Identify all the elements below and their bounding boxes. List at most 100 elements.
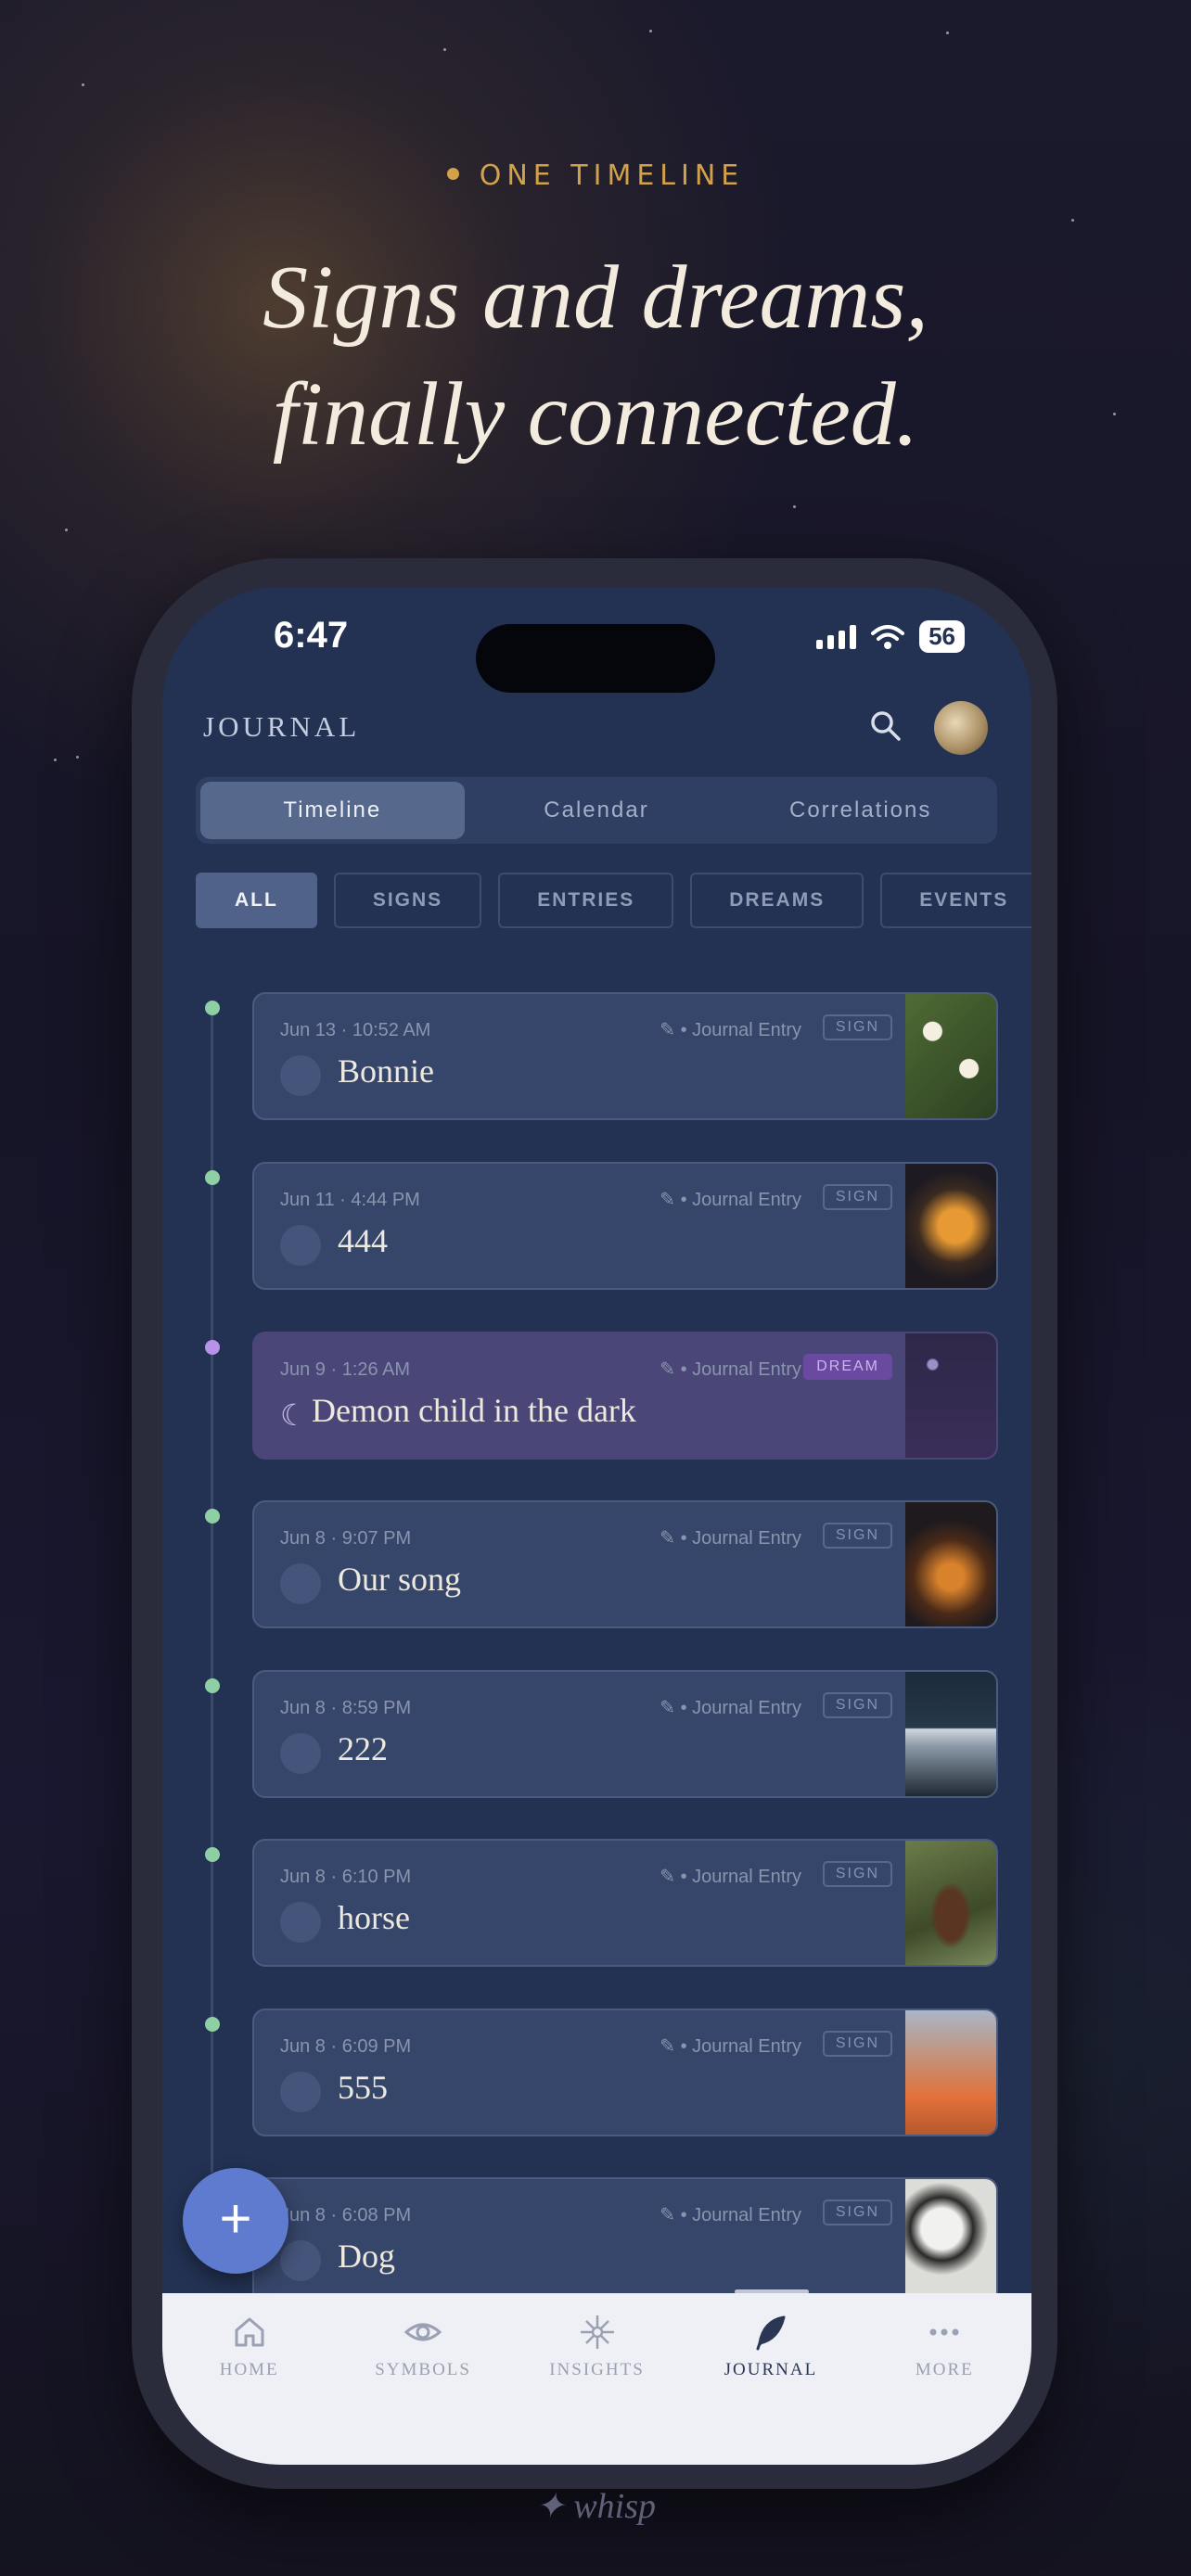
entry-title: Demon child in the dark [312, 1392, 636, 1429]
timeline-entry[interactable]: Jun 8 · 6:08 PM ✎ • Journal Entry SIGN D… [252, 2177, 998, 2305]
entry-tag: SIGN [822, 1692, 892, 1718]
timeline-dot [205, 1509, 220, 1524]
star [946, 32, 949, 34]
entry-title: 555 [338, 2069, 388, 2106]
entry-date: Jun 8 · 6:08 PM [280, 2205, 412, 2225]
entry-date: Jun 9 · 1:26 AM [280, 1359, 411, 1380]
entry-tag: SIGN [822, 2031, 892, 2057]
filter-chips: ALL SIGNS ENTRIES DREAMS EVENTS [196, 873, 1031, 928]
entry-thumbnail [905, 2179, 996, 2303]
more-icon [929, 2328, 959, 2336]
entry-title: Bonnie [338, 1052, 434, 1090]
filter-signs[interactable]: SIGNS [333, 873, 482, 928]
eyebrow-dot [446, 168, 459, 180]
entry-thumbnail [905, 1841, 996, 1965]
nav-home[interactable]: HOME [162, 2312, 336, 2465]
entry-thumbnail [905, 1672, 996, 1796]
timeline-dot [205, 2017, 220, 2032]
status-icons: 56 [816, 620, 965, 653]
entry-type: ✎ • Journal Entry [660, 1020, 801, 1040]
entry-type: ✎ • Journal Entry [660, 1359, 801, 1380]
timeline-dot [205, 1847, 220, 1862]
cellular-icon [816, 624, 857, 649]
tab-correlations[interactable]: Correlations [728, 782, 992, 839]
timeline-entry[interactable]: Jun 8 · 6:10 PM ✎ • Journal Entry SIGN h… [252, 1839, 998, 1967]
entry-title: Our song [338, 1561, 461, 1598]
nav-insights[interactable]: INSIGHTS [510, 2312, 684, 2465]
entry-date: Jun 13 · 10:52 AM [280, 1020, 431, 1040]
eye-icon [280, 1563, 321, 1604]
entry-tag: SIGN [822, 1523, 892, 1549]
entry-tag: SIGN [822, 1014, 892, 1040]
nav-label: HOME [219, 2360, 279, 2379]
star [76, 756, 79, 759]
dynamic-island [476, 624, 715, 693]
home-icon [235, 2317, 264, 2347]
view-switcher: Timeline Calendar Correlations [196, 777, 997, 844]
nav-label: MORE [915, 2360, 974, 2379]
entry-date: Jun 8 · 9:07 PM [280, 1528, 412, 1549]
entry-type: ✎ • Journal Entry [660, 2036, 801, 2057]
nav-journal[interactable]: JOURNAL [684, 2312, 857, 2465]
marketing-page: ONE TIMELINE Signs and dreams, finally c… [0, 0, 1191, 2576]
timeline-line [211, 1014, 213, 2173]
nav-symbols[interactable]: SYMBOLS [336, 2312, 509, 2465]
entry-tag: SIGN [822, 1861, 892, 1887]
eye-icon [280, 1055, 321, 1096]
entry-date: Jun 8 · 6:10 PM [280, 1867, 412, 1887]
nav-label: SYMBOLS [375, 2360, 471, 2379]
timeline-entry[interactable]: Jun 8 · 6:09 PM ✎ • Journal Entry SIGN 5… [252, 2009, 998, 2136]
filter-entries[interactable]: ENTRIES [498, 873, 674, 928]
entry-date: Jun 11 · 4:44 PM [280, 1190, 420, 1210]
star [1071, 219, 1074, 222]
filter-dreams[interactable]: DREAMS [690, 873, 864, 928]
headline: Signs and dreams, finally connected. [0, 239, 1191, 473]
timeline-entry[interactable]: Jun 8 · 9:07 PM ✎ • Journal Entry SIGN O… [252, 1500, 998, 1628]
entry-thumbnail [905, 2010, 996, 2135]
feather-icon [756, 2315, 786, 2351]
filter-events[interactable]: EVENTS [880, 873, 1031, 928]
nav-more[interactable]: MORE [858, 2312, 1031, 2465]
entry-type: ✎ • Journal Entry [660, 1190, 801, 1210]
wifi-icon [871, 624, 905, 649]
nav-label: INSIGHTS [549, 2360, 645, 2379]
entry-type: ✎ • Journal Entry [660, 1698, 801, 1718]
entry-thumbnail [905, 1164, 996, 1288]
avatar[interactable] [934, 701, 988, 755]
plus-icon: + [219, 2187, 252, 2250]
tab-calendar[interactable]: Calendar [465, 782, 729, 839]
timeline-entry[interactable]: Jun 9 · 1:26 AM ✎ • Journal Entry DREAM … [252, 1332, 998, 1460]
entry-tag: DREAM [803, 1354, 892, 1380]
entry-title: Dog [338, 2238, 395, 2275]
status-time: 6:47 [274, 615, 349, 656]
star [65, 529, 68, 531]
timeline-dot [205, 1340, 220, 1355]
bottom-nav: HOME SYMBOLS INSIGHTS JOURNAL MORE [162, 2293, 1031, 2465]
filter-all[interactable]: ALL [196, 873, 317, 928]
entry-title: horse [338, 1899, 410, 1936]
add-entry-button[interactable]: + [183, 2168, 288, 2274]
entry-tag: SIGN [822, 1184, 892, 1210]
eye-icon [280, 2072, 321, 2112]
entry-title: 444 [338, 1222, 388, 1259]
phone-screen: 6:47 56 JOURNAL Timeline Calendar Correl… [162, 587, 1031, 2465]
eyebrow-text: ONE TIMELINE [479, 159, 745, 192]
entry-type: ✎ • Journal Entry [660, 2205, 801, 2225]
tab-timeline[interactable]: Timeline [200, 782, 465, 839]
timeline-dot [205, 1001, 220, 1015]
brand-logo: ✦ whisp [534, 2487, 657, 2526]
star [793, 505, 796, 508]
timeline-entry[interactable]: Jun 8 · 8:59 PM ✎ • Journal Entry SIGN 2… [252, 1670, 998, 1798]
search-icon[interactable] [868, 708, 902, 742]
entry-date: Jun 8 · 8:59 PM [280, 1698, 412, 1718]
sparkle-icon [580, 2315, 614, 2349]
entry-title: 222 [338, 1730, 388, 1767]
timeline-dot [205, 1678, 220, 1693]
battery-indicator: 56 [919, 620, 965, 653]
entry-date: Jun 8 · 6:09 PM [280, 2036, 412, 2057]
entry-thumbnail [905, 994, 996, 1118]
eye-icon [280, 1902, 321, 1943]
timeline-entry[interactable]: Jun 11 · 4:44 PM ✎ • Journal Entry SIGN … [252, 1162, 998, 1290]
timeline-entry[interactable]: Jun 13 · 10:52 AM ✎ • Journal Entry SIGN… [252, 992, 998, 1120]
headline-line-2: finally connected. [272, 364, 919, 465]
